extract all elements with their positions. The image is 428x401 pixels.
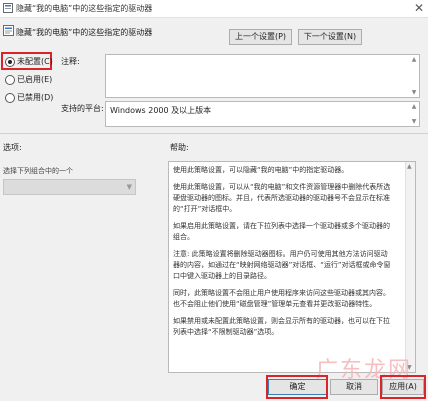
radio-disabled[interactable]: 已禁用(D) [5,92,53,104]
policy-icon [3,3,13,13]
scroll-up-icon[interactable]: ▲ [407,163,412,170]
radio-dot [5,74,15,85]
cancel-button[interactable]: 取消 [330,379,378,395]
help-paragraph: 使用此策略设置，可以隐藏“我的电脑”中的指定驱动器。 [173,166,349,174]
platform-value: Windows 2000 及以上版本 [110,106,212,115]
window-title: 隐藏“我的电脑”中的这些指定的驱动器 [16,4,153,13]
help-paragraph: 如果禁用或未配置此策略设置，则会显示所有的驱动器，也可以在下拉列表中选择“不限制… [173,317,390,336]
help-paragraph: 同时，此策略设置不会阻止用户使用程序来访问这些驱动器或其内容。也不会阻止他们使用… [173,289,390,308]
options-title: 选项: [3,143,22,152]
scroll-up-icon[interactable]: ▲ [410,56,418,63]
title-bar: 隐藏“我的电脑”中的这些指定的驱动器 ✕ [0,0,428,18]
radio-enabled[interactable]: 已启用(E) [5,74,52,86]
next-setting-button[interactable]: 下一个设置(N) [298,29,362,45]
policy-name: 隐藏“我的电脑”中的这些指定的驱动器 [16,28,153,37]
help-title: 帮助: [170,143,189,152]
help-paragraph: 如果启用此策略设置，请在下拉列表中选择一个驱动器或多个驱动器的组合。 [173,222,390,241]
divider [0,133,428,134]
help-scrollbar[interactable]: ▲ ▼ [405,162,415,372]
previous-setting-button[interactable]: 上一个设置(P) [229,29,292,45]
platform-field: Windows 2000 及以上版本 ▲ ▼ [105,101,420,127]
scroll-down-icon[interactable]: ▼ [410,89,418,96]
close-icon[interactable]: ✕ [414,1,424,15]
ok-highlight [266,375,328,399]
comment-label: 注释: [61,57,80,66]
help-text-area[interactable]: 使用此策略设置，可以隐藏“我的电脑”中的指定驱动器。 使用此策略设置，可以从“我… [168,161,416,373]
scroll-up-icon[interactable]: ▲ [410,103,418,110]
help-paragraph: 使用此策略设置，可以从“我的电脑”和文件资源管理器中删除代表所选硬盘驱动器的图标… [173,183,391,213]
dropdown-label: 选择下列组合中的一个 [3,167,73,175]
apply-highlight [380,375,426,399]
platform-label: 支持的平台: [61,104,104,113]
help-paragraph: 注意: 此策略设置将删除驱动器图标。用户仍可使用其他方法访问驱动器的内容，如通过… [173,250,391,280]
setting-icon [3,25,14,36]
drive-combination-select[interactable]: ▼ [3,179,136,195]
radio-dot-checked [5,56,15,67]
radio-not-configured[interactable]: 未配置(C) [5,56,53,68]
help-content: 使用此策略设置，可以隐藏“我的电脑”中的指定驱动器。 使用此策略设置，可以从“我… [173,165,393,344]
comment-field[interactable]: ▲ ▼ [105,54,420,98]
chevron-down-icon: ▼ [126,183,132,191]
scroll-down-icon[interactable]: ▼ [410,118,418,125]
radio-dot [5,92,15,103]
